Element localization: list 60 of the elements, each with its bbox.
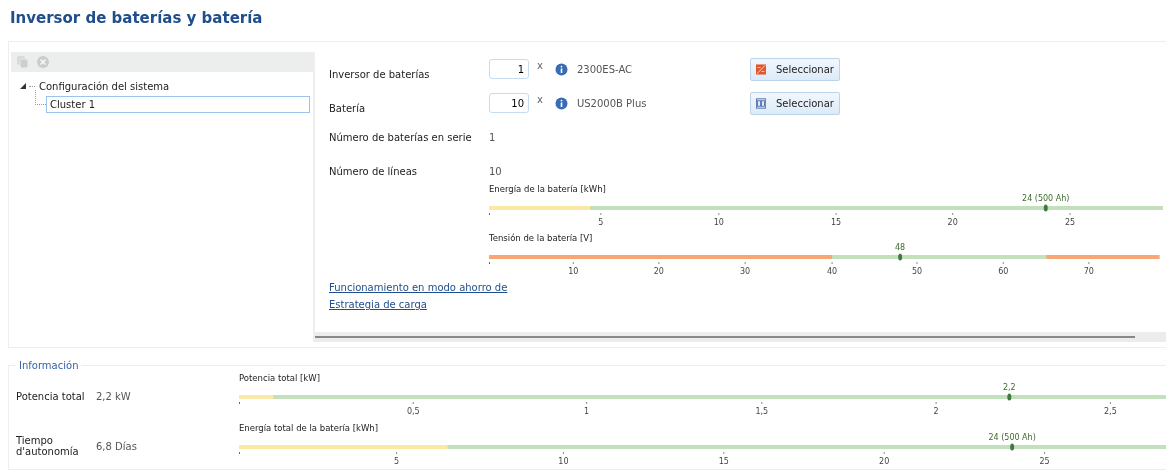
tick-label: 25 bbox=[1064, 218, 1076, 227]
tick-label: 1 bbox=[584, 406, 590, 416]
field-label: Tiempo d'autonomía bbox=[16, 435, 80, 457]
tick-label: 40 bbox=[826, 267, 838, 276]
marker-label: 24 (500 Ah) bbox=[1022, 194, 1070, 203]
scale-title: Energía total de la batería [kWh] bbox=[239, 422, 380, 433]
field-label: Inversor de baterías bbox=[329, 67, 431, 80]
count-field[interactable]: 1 bbox=[489, 59, 529, 79]
tick-label: 20 bbox=[947, 218, 958, 227]
marker-label: 2,2 bbox=[1002, 382, 1016, 392]
expand-icon[interactable] bbox=[19, 82, 27, 90]
tick-label: 5 bbox=[394, 456, 400, 466]
tick-label: 2,5 bbox=[1104, 406, 1117, 416]
tick-label: 10 bbox=[568, 267, 579, 276]
tree-item[interactable]: Cluster 1 bbox=[46, 95, 310, 113]
info-icon[interactable] bbox=[554, 62, 568, 76]
tick-label: 30 bbox=[740, 267, 751, 276]
tick-label: 60 bbox=[998, 267, 1009, 276]
inverter-icon bbox=[755, 62, 766, 76]
tick-label: 1,5 bbox=[755, 406, 769, 416]
select-button[interactable]: Seleccionar bbox=[749, 57, 840, 81]
field-label: Batería bbox=[329, 101, 367, 114]
battery-icon bbox=[755, 96, 766, 110]
tick-label: 25 bbox=[1039, 456, 1050, 466]
marker-label: 48 bbox=[895, 243, 906, 252]
model-name: 2300ES-AC bbox=[576, 63, 634, 75]
link[interactable]: Funcionamiento en modo ahorro de bbox=[329, 282, 508, 293]
tick-label: 5 bbox=[598, 218, 604, 227]
select-button[interactable]: Seleccionar bbox=[749, 91, 840, 115]
tick-label: 10 bbox=[713, 218, 724, 227]
field-value: 10 bbox=[489, 165, 502, 177]
tick-label: 20 bbox=[879, 456, 890, 466]
tick-label: 20 bbox=[653, 267, 664, 276]
count-field[interactable]: 10 bbox=[489, 93, 529, 113]
multiplier-sign: x bbox=[537, 59, 543, 71]
field-value: 2,2 kW bbox=[96, 390, 132, 402]
tree-item[interactable]: Configuración del sistema bbox=[35, 77, 174, 95]
scale-title: Tensión de la batería [V] bbox=[489, 233, 594, 243]
scale-title: Energía de la batería [kWh] bbox=[489, 184, 607, 194]
field-label: Número de baterías en serie bbox=[329, 131, 473, 143]
scale-title: Potencia total [kW] bbox=[239, 372, 321, 383]
tick-label: 10 bbox=[558, 456, 569, 466]
field-label: Potencia total bbox=[16, 390, 86, 402]
tick-label: 70 bbox=[1083, 267, 1094, 276]
field-label: Número de líneas bbox=[329, 165, 418, 177]
tick-label: 2 bbox=[933, 406, 939, 416]
marker-label: 24 (500 Ah) bbox=[988, 432, 1036, 442]
page-title: Inversor de baterías y batería bbox=[9, 8, 264, 29]
field-value: 6,8 Días bbox=[96, 440, 138, 452]
tick-label: 0,5 bbox=[406, 406, 420, 416]
tick-label: 15 bbox=[718, 456, 729, 466]
multiplier-sign: x bbox=[537, 93, 543, 105]
scrollbar[interactable] bbox=[315, 332, 1166, 342]
info-icon[interactable] bbox=[554, 96, 568, 110]
field-value: 1 bbox=[489, 131, 496, 143]
group-title: Información bbox=[18, 360, 80, 371]
tick-label: 15 bbox=[831, 218, 842, 227]
link[interactable]: Estrategia de carga bbox=[329, 299, 427, 310]
model-name: US2000B Plus bbox=[576, 97, 648, 109]
tick-label: 50 bbox=[911, 267, 923, 276]
